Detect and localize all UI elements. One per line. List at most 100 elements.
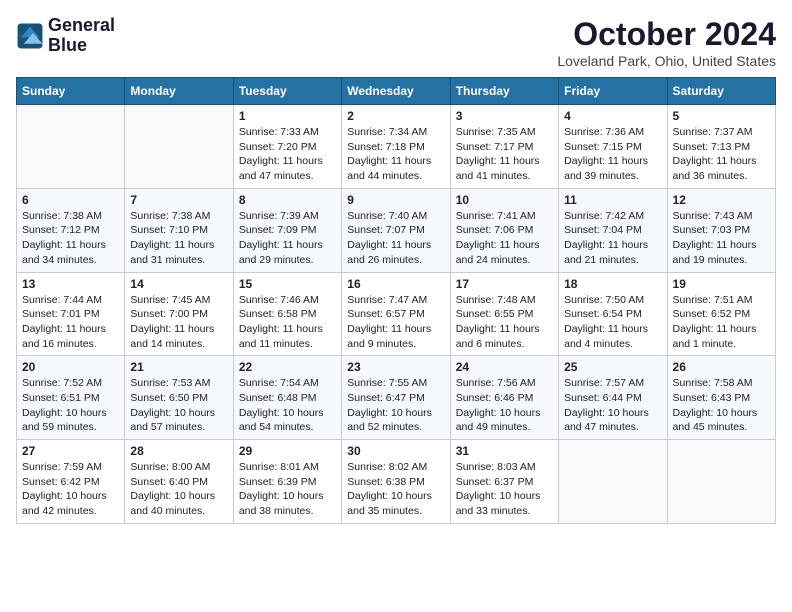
calendar-cell (125, 105, 233, 189)
day-info: Sunrise: 7:56 AMSunset: 6:46 PMDaylight:… (456, 376, 553, 435)
day-info: Sunrise: 7:41 AMSunset: 7:06 PMDaylight:… (456, 209, 553, 268)
calendar-cell (667, 440, 775, 524)
calendar-cell: 25 Sunrise: 7:57 AMSunset: 6:44 PMDayligh… (559, 356, 667, 440)
day-number: 16 (347, 277, 444, 291)
day-number: 3 (456, 109, 553, 123)
calendar-cell: 13 Sunrise: 7:44 AMSunset: 7:01 PMDayligh… (17, 272, 125, 356)
calendar-week: 6 Sunrise: 7:38 AMSunset: 7:12 PMDaylight… (17, 188, 776, 272)
day-info: Sunrise: 7:33 AMSunset: 7:20 PMDaylight:… (239, 125, 336, 184)
calendar-cell: 15 Sunrise: 7:46 AMSunset: 6:58 PMDayligh… (233, 272, 341, 356)
calendar-cell: 10 Sunrise: 7:41 AMSunset: 7:06 PMDayligh… (450, 188, 558, 272)
day-info: Sunrise: 8:01 AMSunset: 6:39 PMDaylight:… (239, 460, 336, 519)
calendar-cell: 16Sunrise: 7:47 AMSunset: 6:57 PMDayligh… (342, 272, 450, 356)
day-number: 10 (456, 193, 553, 207)
day-number: 5 (673, 109, 770, 123)
calendar-cell: 28Sunrise: 8:00 AMSunset: 6:40 PMDayligh… (125, 440, 233, 524)
calendar-header: SundayMondayTuesdayWednesdayThursdayFrid… (17, 78, 776, 105)
calendar-week: 20Sunrise: 7:52 AMSunset: 6:51 PMDayligh… (17, 356, 776, 440)
day-number: 22 (239, 360, 336, 374)
day-info: Sunrise: 8:02 AMSunset: 6:38 PMDaylight:… (347, 460, 444, 519)
day-info: Sunrise: 7:44 AMSunset: 7:01 PMDaylight:… (22, 293, 119, 352)
calendar-cell: 9 Sunrise: 7:40 AMSunset: 7:07 PMDaylight… (342, 188, 450, 272)
day-info: Sunrise: 7:54 AMSunset: 6:48 PMDaylight:… (239, 376, 336, 435)
weekday-header: Thursday (450, 78, 558, 105)
day-info: Sunrise: 7:35 AMSunset: 7:17 PMDaylight:… (456, 125, 553, 184)
day-info: Sunrise: 7:37 AMSunset: 7:13 PMDaylight:… (673, 125, 770, 184)
day-info: Sunrise: 7:46 AMSunset: 6:58 PMDaylight:… (239, 293, 336, 352)
weekday-header: Friday (559, 78, 667, 105)
day-number: 1 (239, 109, 336, 123)
day-number: 31 (456, 444, 553, 458)
day-info: Sunrise: 7:38 AMSunset: 7:10 PMDaylight:… (130, 209, 227, 268)
day-info: Sunrise: 7:40 AMSunset: 7:07 PMDaylight:… (347, 209, 444, 268)
day-number: 18 (564, 277, 661, 291)
calendar-cell (559, 440, 667, 524)
location: Loveland Park, Ohio, United States (557, 53, 776, 69)
calendar-table: SundayMondayTuesdayWednesdayThursdayFrid… (16, 77, 776, 524)
logo-line1: General (48, 16, 115, 36)
day-info: Sunrise: 7:38 AMSunset: 7:12 PMDaylight:… (22, 209, 119, 268)
day-number: 26 (673, 360, 770, 374)
weekday-row: SundayMondayTuesdayWednesdayThursdayFrid… (17, 78, 776, 105)
day-number: 14 (130, 277, 227, 291)
day-number: 25 (564, 360, 661, 374)
logo-line2: Blue (48, 36, 115, 56)
day-number: 20 (22, 360, 119, 374)
day-info: Sunrise: 7:39 AMSunset: 7:09 PMDaylight:… (239, 209, 336, 268)
weekday-header: Sunday (17, 78, 125, 105)
calendar-cell (17, 105, 125, 189)
calendar-cell: 3 Sunrise: 7:35 AMSunset: 7:17 PMDaylight… (450, 105, 558, 189)
day-number: 9 (347, 193, 444, 207)
calendar-cell: 6 Sunrise: 7:38 AMSunset: 7:12 PMDaylight… (17, 188, 125, 272)
day-number: 21 (130, 360, 227, 374)
day-info: Sunrise: 7:53 AMSunset: 6:50 PMDaylight:… (130, 376, 227, 435)
calendar-cell: 21 Sunrise: 7:53 AMSunset: 6:50 PMDayligh… (125, 356, 233, 440)
calendar-cell: 1 Sunrise: 7:33 AMSunset: 7:20 PMDaylight… (233, 105, 341, 189)
weekday-header: Wednesday (342, 78, 450, 105)
calendar-cell: 8 Sunrise: 7:39 AMSunset: 7:09 PMDaylight… (233, 188, 341, 272)
calendar-cell: 22 Sunrise: 7:54 AMSunset: 6:48 PMDayligh… (233, 356, 341, 440)
calendar-cell: 17 Sunrise: 7:48 AMSunset: 6:55 PMDayligh… (450, 272, 558, 356)
calendar-cell: 31 Sunrise: 8:03 AMSunset: 6:37 PMDayligh… (450, 440, 558, 524)
day-number: 17 (456, 277, 553, 291)
day-number: 4 (564, 109, 661, 123)
day-number: 13 (22, 277, 119, 291)
calendar-week: 1 Sunrise: 7:33 AMSunset: 7:20 PMDaylight… (17, 105, 776, 189)
calendar-week: 27Sunrise: 7:59 AMSunset: 6:42 PMDayligh… (17, 440, 776, 524)
day-info: Sunrise: 7:51 AMSunset: 6:52 PMDaylight:… (673, 293, 770, 352)
calendar-cell: 30Sunrise: 8:02 AMSunset: 6:38 PMDayligh… (342, 440, 450, 524)
day-number: 6 (22, 193, 119, 207)
day-info: Sunrise: 7:57 AMSunset: 6:44 PMDaylight:… (564, 376, 661, 435)
day-number: 15 (239, 277, 336, 291)
calendar-cell: 14 Sunrise: 7:45 AMSunset: 7:00 PMDayligh… (125, 272, 233, 356)
day-number: 19 (673, 277, 770, 291)
day-info: Sunrise: 7:36 AMSunset: 7:15 PMDaylight:… (564, 125, 661, 184)
page-header: General Blue October 2024 Loveland Park,… (16, 16, 776, 69)
calendar-cell: 24 Sunrise: 7:56 AMSunset: 6:46 PMDayligh… (450, 356, 558, 440)
weekday-header: Monday (125, 78, 233, 105)
logo: General Blue (16, 16, 115, 56)
calendar-cell: 5 Sunrise: 7:37 AMSunset: 7:13 PMDaylight… (667, 105, 775, 189)
calendar-cell: 23Sunrise: 7:55 AMSunset: 6:47 PMDayligh… (342, 356, 450, 440)
calendar-body: 1 Sunrise: 7:33 AMSunset: 7:20 PMDaylight… (17, 105, 776, 524)
day-info: Sunrise: 8:03 AMSunset: 6:37 PMDaylight:… (456, 460, 553, 519)
day-info: Sunrise: 7:42 AMSunset: 7:04 PMDaylight:… (564, 209, 661, 268)
day-info: Sunrise: 8:00 AMSunset: 6:40 PMDaylight:… (130, 460, 227, 519)
calendar-cell: 2Sunrise: 7:34 AMSunset: 7:18 PMDaylight… (342, 105, 450, 189)
day-number: 7 (130, 193, 227, 207)
day-info: Sunrise: 7:45 AMSunset: 7:00 PMDaylight:… (130, 293, 227, 352)
day-number: 29 (239, 444, 336, 458)
day-number: 2 (347, 109, 444, 123)
day-info: Sunrise: 7:48 AMSunset: 6:55 PMDaylight:… (456, 293, 553, 352)
calendar-cell: 27Sunrise: 7:59 AMSunset: 6:42 PMDayligh… (17, 440, 125, 524)
day-info: Sunrise: 7:58 AMSunset: 6:43 PMDaylight:… (673, 376, 770, 435)
day-number: 23 (347, 360, 444, 374)
calendar-cell: 7 Sunrise: 7:38 AMSunset: 7:10 PMDaylight… (125, 188, 233, 272)
day-number: 24 (456, 360, 553, 374)
title-block: October 2024 Loveland Park, Ohio, United… (557, 16, 776, 69)
month-title: October 2024 (557, 16, 776, 53)
calendar-week: 13 Sunrise: 7:44 AMSunset: 7:01 PMDayligh… (17, 272, 776, 356)
day-info: Sunrise: 7:43 AMSunset: 7:03 PMDaylight:… (673, 209, 770, 268)
day-number: 12 (673, 193, 770, 207)
day-number: 8 (239, 193, 336, 207)
